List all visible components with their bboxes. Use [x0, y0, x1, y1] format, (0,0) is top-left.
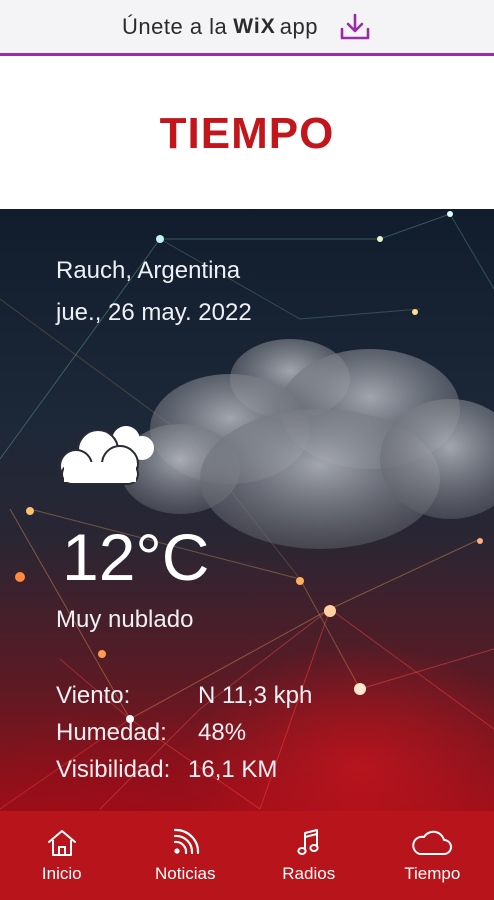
nav-label-tiempo: Tiempo [404, 863, 461, 883]
wind-label: Viento: [56, 681, 131, 709]
banner-suffix: app [279, 13, 318, 39]
visibility-value: 16,1 KM [188, 755, 278, 783]
download-icon[interactable] [338, 12, 372, 42]
cloud-icon [412, 830, 453, 855]
bottom-nav: Inicio Noticias Radios Tiempo [0, 811, 494, 900]
wix-logo: WiX [233, 14, 276, 38]
rss-icon [174, 828, 200, 854]
join-app-banner[interactable]: Únete a la WiX app [0, 0, 494, 56]
humidity-label: Humedad: [56, 718, 167, 746]
temperature: 12°C [62, 520, 210, 594]
nav-item-tiempo[interactable]: Tiempo [377, 828, 487, 884]
humidity-value: 48% [198, 718, 247, 746]
banner-prefix: Únete a la [122, 13, 228, 39]
banner-text[interactable]: Únete a la WiX app [122, 12, 372, 42]
visibility-label: Visibilidad: [56, 755, 171, 783]
weather-condition: Muy nublado [56, 606, 194, 633]
home-icon [47, 829, 76, 856]
nav-item-noticias[interactable]: Noticias [130, 828, 240, 884]
weather-details: Viento: N 11,3 kph Humedad: 48% Visibili… [56, 677, 312, 788]
page-title: TIEMPO [159, 109, 335, 158]
nav-label-noticias: Noticias [155, 863, 216, 883]
partly-cloudy-icon [59, 426, 154, 485]
weather-date: jue., 26 may. 2022 [56, 299, 252, 326]
wind-value: N 11,3 kph [198, 681, 313, 709]
nav-label-inicio: Inicio [41, 863, 82, 883]
page-header: TIEMPO [0, 59, 494, 209]
music-note-icon [297, 828, 319, 855]
weather-panel: Rauch, Argentina jue., 26 may. 2022 12°C… [0, 209, 494, 811]
nav-item-inicio[interactable]: Inicio [7, 828, 117, 884]
weather-location: Rauch, Argentina [56, 257, 241, 284]
wind-row: Viento: N 11,3 kph [56, 677, 312, 714]
nav-item-radios[interactable]: Radios [254, 828, 364, 884]
nav-label-radios: Radios [282, 863, 336, 883]
visibility-row: Visibilidad: 16,1 KM [56, 751, 312, 788]
humidity-row: Humedad: 48% [56, 714, 312, 751]
